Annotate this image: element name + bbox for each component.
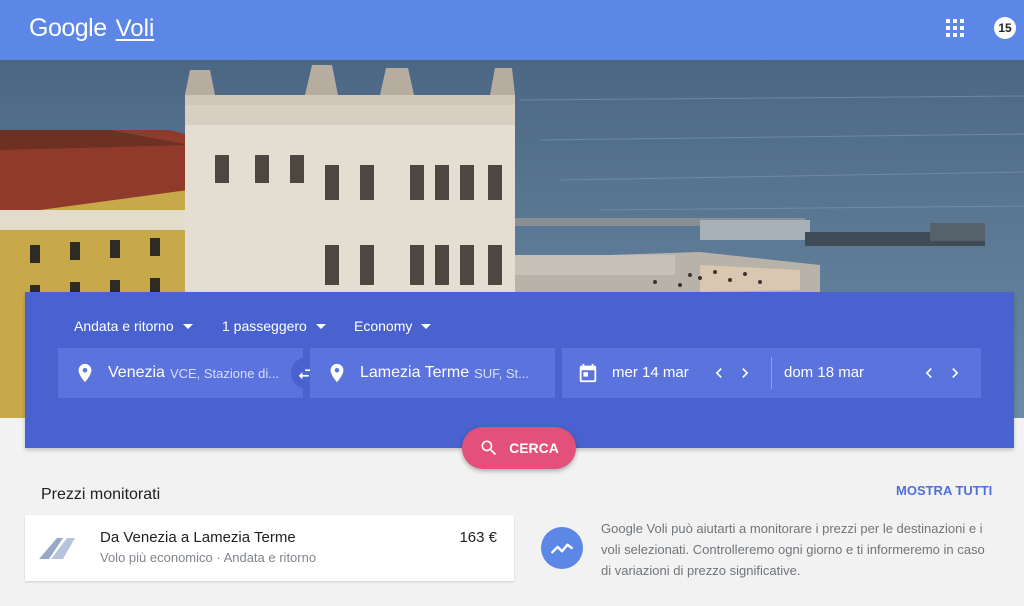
tracked-route-subtitle: Volo più economico · Andata e ritorno	[100, 550, 317, 565]
return-date[interactable]: dom 18 mar	[784, 364, 864, 381]
origin-detail: VCE, Stazione di...	[169, 365, 280, 381]
trending-icon	[541, 527, 583, 569]
tracked-price: 163 €	[459, 529, 497, 546]
chevron-down-icon	[315, 323, 326, 329]
origin-field[interactable]: Venezia VCE, Stazione di...	[58, 348, 303, 398]
destination-field[interactable]: Lamezia Terme SUF, St...	[310, 348, 555, 398]
airline-logo-icon	[39, 538, 75, 559]
search-icon	[481, 440, 497, 456]
chevron-right-icon[interactable]	[735, 363, 755, 383]
passengers-label: 1 passeggero	[222, 318, 307, 334]
origin-city: Venezia	[108, 364, 165, 381]
logo-voli-text[interactable]: Voli	[116, 15, 155, 43]
destination-detail: SUF, St...	[474, 365, 529, 381]
cabin-class-dropdown[interactable]: Economy	[354, 318, 432, 334]
trip-type-label: Andata e ritorno	[74, 318, 174, 334]
location-pin-icon	[78, 363, 92, 383]
tracked-flight-card[interactable]: Da Venezia a Lamezia Terme Volo più econ…	[25, 515, 514, 581]
destination-city: Lamezia Terme	[360, 364, 470, 381]
section-title: Prezzi monitorati	[41, 486, 161, 503]
search-button[interactable]: CERCA	[462, 427, 576, 469]
chevron-left-icon[interactable]	[919, 363, 939, 383]
show-all-link[interactable]: MOSTRA TUTTI	[896, 483, 992, 498]
passengers-dropdown[interactable]: 1 passeggero	[222, 318, 326, 334]
logo-google-text: Google	[29, 14, 107, 42]
location-pin-icon	[330, 363, 344, 383]
chevron-right-icon[interactable]	[945, 363, 965, 383]
depart-date[interactable]: mer 14 mar	[612, 364, 689, 381]
date-divider	[771, 357, 772, 389]
tracking-info-text: Google Voli può aiutarti a monitorare i …	[601, 521, 985, 578]
trip-type-dropdown[interactable]: Andata e ritorno	[74, 318, 193, 334]
cabin-class-label: Economy	[354, 318, 413, 334]
google-voli-logo[interactable]: Google Voli	[29, 14, 154, 43]
date-picker: mer 14 mar dom 18 mar	[562, 348, 981, 398]
chevron-left-icon[interactable]	[709, 363, 729, 383]
account-avatar[interactable]: 15	[994, 17, 1016, 39]
search-button-label: CERCA	[509, 440, 559, 456]
tracked-route: Da Venezia a Lamezia Terme	[100, 529, 296, 546]
apps-grid-icon[interactable]	[946, 19, 964, 37]
chevron-down-icon	[182, 323, 193, 329]
calendar-icon[interactable]	[577, 362, 599, 384]
chevron-down-icon	[421, 323, 432, 329]
search-panel: Andata e ritorno 1 passeggero Economy Ve…	[25, 292, 1014, 448]
top-bar: Google Voli 15	[0, 0, 1024, 60]
